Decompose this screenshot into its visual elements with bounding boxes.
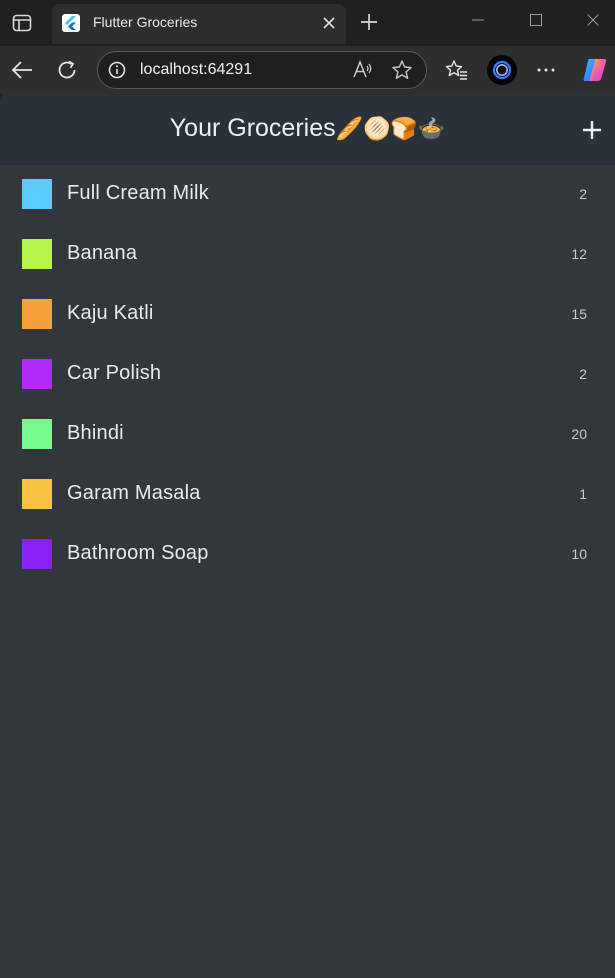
list-item[interactable]: Bathroom Soap 10 bbox=[0, 525, 615, 585]
browser-toolbar: localhost:64291 bbox=[0, 46, 615, 94]
list-item[interactable]: Full Cream Milk 2 bbox=[0, 165, 615, 225]
item-quantity: 12 bbox=[571, 246, 587, 262]
item-name: Car Polish bbox=[67, 362, 162, 384]
category-color-swatch bbox=[22, 419, 52, 449]
list-item[interactable]: Banana 12 bbox=[0, 225, 615, 285]
item-name: Bhindi bbox=[67, 422, 124, 444]
page-title-text: Your Groceries bbox=[169, 114, 336, 142]
copilot-icon[interactable] bbox=[580, 55, 610, 85]
app-bar: Your Groceries🥖🫓🍞🍲 bbox=[0, 94, 615, 165]
browser-tab-active[interactable]: Flutter Groceries bbox=[52, 4, 346, 44]
item-name: Full Cream Milk bbox=[67, 182, 209, 204]
category-color-swatch bbox=[22, 359, 52, 389]
category-color-swatch bbox=[22, 539, 52, 569]
item-name: Bathroom Soap bbox=[67, 542, 209, 564]
flutter-logo-icon bbox=[62, 14, 80, 32]
category-color-swatch bbox=[22, 299, 52, 329]
favorites-icon[interactable] bbox=[443, 56, 471, 84]
list-item[interactable]: Car Polish 2 bbox=[0, 345, 615, 405]
url-text[interactable]: localhost:64291 bbox=[140, 61, 252, 79]
app-body: Your Groceries🥖🫓🍞🍲 Full Cream Milk 2 Ban… bbox=[0, 94, 615, 978]
list-item[interactable]: Bhindi 20 bbox=[0, 405, 615, 465]
refresh-icon[interactable] bbox=[53, 56, 81, 84]
item-quantity: 15 bbox=[571, 306, 587, 322]
category-color-swatch bbox=[22, 479, 52, 509]
category-color-swatch bbox=[22, 239, 52, 269]
list-item[interactable]: Kaju Katli 15 bbox=[0, 285, 615, 345]
star-icon[interactable] bbox=[391, 59, 413, 81]
item-quantity: 10 bbox=[571, 546, 587, 562]
add-item-button[interactable] bbox=[578, 116, 606, 144]
tab-title: Flutter Groceries bbox=[93, 14, 198, 30]
item-name: Garam Masala bbox=[67, 482, 201, 504]
profile-avatar-icon[interactable] bbox=[487, 55, 517, 85]
plus-icon[interactable] bbox=[358, 11, 380, 33]
close-icon[interactable] bbox=[581, 10, 605, 30]
browser-tabstrip: Flutter Groceries bbox=[0, 0, 615, 46]
item-name: Kaju Katli bbox=[67, 302, 154, 324]
category-color-swatch bbox=[22, 179, 52, 209]
item-quantity: 20 bbox=[571, 426, 587, 442]
close-icon[interactable] bbox=[320, 14, 338, 32]
back-arrow-icon[interactable] bbox=[8, 56, 36, 84]
page-title: Your Groceries🥖🫓🍞🍲 bbox=[0, 114, 615, 143]
read-aloud-icon[interactable] bbox=[352, 59, 374, 81]
tab-actions-icon[interactable] bbox=[8, 10, 36, 36]
list-item[interactable]: Garam Masala 1 bbox=[0, 465, 615, 525]
item-quantity: 2 bbox=[579, 186, 587, 202]
item-quantity: 2 bbox=[579, 366, 587, 382]
minimize-icon[interactable] bbox=[466, 10, 490, 30]
plus-icon bbox=[583, 121, 601, 139]
page-title-emoji: 🥖🫓🍞🍲 bbox=[335, 117, 446, 142]
address-bar[interactable]: localhost:64291 bbox=[97, 51, 427, 89]
grocery-list: Full Cream Milk 2 Banana 12 Kaju Katli 1… bbox=[0, 165, 615, 585]
maximize-icon[interactable] bbox=[524, 10, 548, 30]
item-name: Banana bbox=[67, 242, 138, 264]
more-icon[interactable] bbox=[532, 56, 560, 84]
item-quantity: 1 bbox=[579, 486, 587, 502]
info-icon[interactable] bbox=[108, 61, 126, 79]
